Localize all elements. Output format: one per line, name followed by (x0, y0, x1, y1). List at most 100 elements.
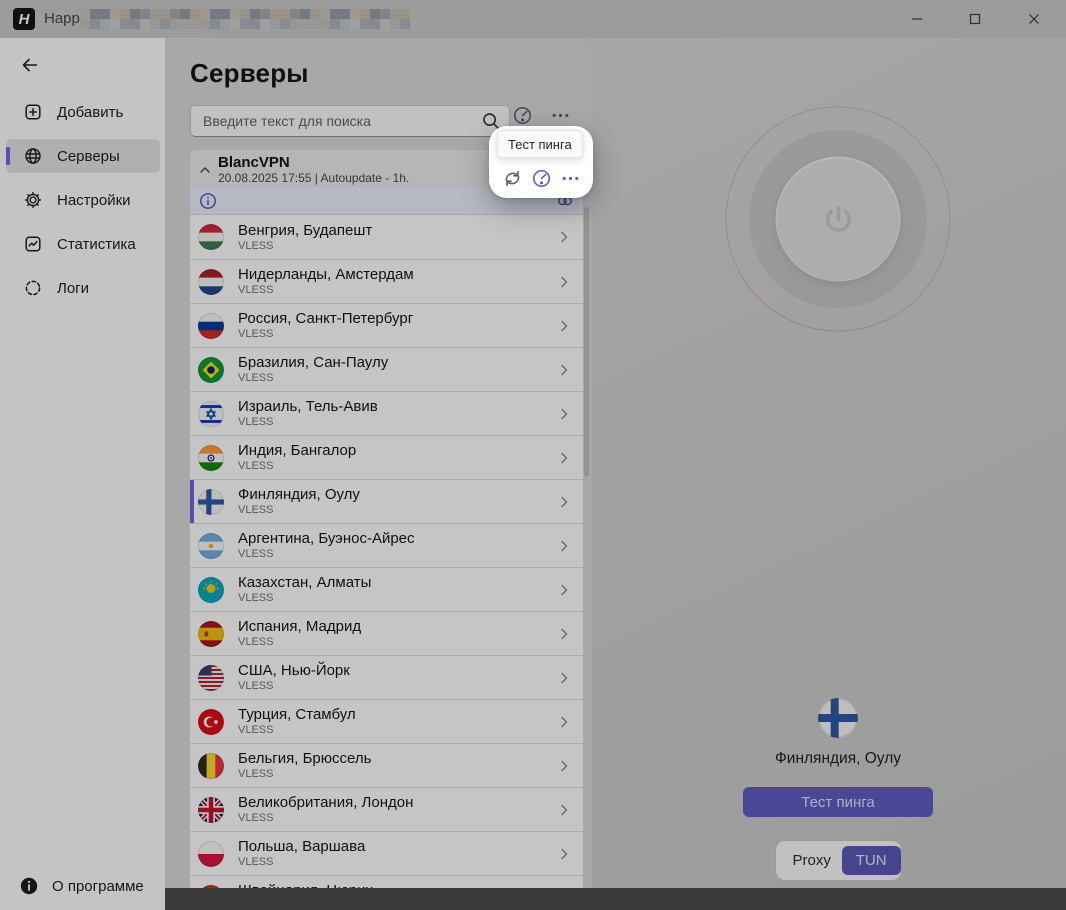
power-icon (818, 199, 858, 239)
server-protocol: VLESS (238, 636, 555, 649)
ping-test-popup-button[interactable] (531, 168, 552, 189)
server-row[interactable]: Аргентина, Буэнос-Айрес VLESS (190, 523, 583, 567)
server-protocol: VLESS (238, 416, 555, 429)
more-dots-icon (560, 168, 581, 189)
sidebar-item-label: Добавить (57, 104, 123, 121)
server-row[interactable]: Польша, Варшава VLESS (190, 831, 583, 875)
chevron-right-icon (555, 757, 573, 775)
subscription-name: BlancVPN (218, 154, 290, 171)
sidebar-item-settings[interactable]: Настройки (6, 183, 160, 217)
server-row[interactable]: Россия, Санкт-Петербург VLESS (190, 303, 583, 347)
server-row[interactable]: Бельгия, Брюссель VLESS (190, 743, 583, 787)
server-protocol: VLESS (238, 768, 555, 781)
more-dots-icon (550, 105, 571, 126)
selected-indicator (190, 436, 194, 479)
more-options-popup-button[interactable] (560, 168, 581, 189)
about-label: О программе (52, 878, 144, 895)
server-protocol: VLESS (238, 284, 555, 297)
server-name: Великобритания, Лондон (238, 794, 555, 811)
subscription-info-button[interactable] (199, 192, 217, 210)
add-square-icon (23, 102, 43, 122)
app-title: Happ (44, 10, 80, 27)
server-row[interactable]: Испания, Мадрид VLESS (190, 611, 583, 655)
maximize-icon (969, 13, 981, 25)
server-name: Бразилия, Сан-Паулу (238, 354, 555, 371)
chevron-right-icon (555, 361, 573, 379)
chevron-up-icon[interactable] (196, 161, 214, 179)
chevron-right-icon (555, 317, 573, 335)
server-row[interactable]: Индия, Бангалор VLESS (190, 435, 583, 479)
chevron-right-icon (555, 625, 573, 643)
server-name: Казахстан, Алматы (238, 574, 555, 591)
maximize-button[interactable] (952, 0, 998, 38)
server-row[interactable]: Великобритания, Лондон VLESS (190, 787, 583, 831)
ping-gauge-icon (531, 168, 552, 189)
selected-indicator (190, 480, 194, 523)
server-row[interactable]: Израиль, Тель-Авив VLESS (190, 391, 583, 435)
server-flag-icon (198, 753, 224, 779)
dashed-circle-icon (23, 278, 43, 298)
chevron-right-icon (555, 581, 573, 599)
server-protocol: VLESS (238, 240, 555, 253)
selected-indicator (190, 656, 194, 699)
mode-option-tun[interactable]: TUN (842, 846, 901, 875)
refresh-subscription-button[interactable] (502, 168, 523, 189)
power-button[interactable] (776, 157, 901, 282)
sidebar-item-logs[interactable]: Логи (6, 271, 160, 305)
server-row[interactable]: Нидерланды, Амстердам VLESS (190, 259, 583, 303)
server-protocol: VLESS (238, 372, 555, 385)
server-row[interactable]: Финляндия, Оулу VLESS (190, 479, 583, 523)
sidebar-item-label: Настройки (57, 192, 131, 209)
mode-option-proxy[interactable]: Proxy (793, 852, 831, 869)
ping-test-button[interactable]: Тест пинга (743, 787, 933, 817)
search-input[interactable] (201, 112, 481, 130)
panel-title: Серверы (190, 58, 309, 89)
server-row[interactable]: Бразилия, Сан-Паулу VLESS (190, 347, 583, 391)
sidebar: Добавить Серверы Настройки (0, 38, 165, 910)
sidebar-item-about[interactable]: О программе (0, 868, 165, 904)
sidebar-item-statistics[interactable]: Статистика (6, 227, 160, 261)
search-box[interactable] (190, 105, 510, 137)
more-options-button-header[interactable] (549, 104, 571, 126)
window-bottom-edge (165, 888, 1066, 910)
chevron-right-icon (555, 537, 573, 555)
server-row[interactable]: Венгрия, Будапешт VLESS (190, 215, 583, 259)
server-name: Швейцария, Цюрих (238, 882, 555, 888)
server-name: Израиль, Тель-Авив (238, 398, 555, 415)
mode-toggle: Proxy TUN (775, 840, 902, 881)
selected-indicator (190, 876, 194, 888)
selected-indicator (190, 215, 194, 259)
refresh-icon (502, 168, 523, 189)
server-flag-icon (198, 665, 224, 691)
server-name: Индия, Бангалор (238, 442, 555, 459)
sidebar-item-servers[interactable]: Серверы (6, 139, 160, 173)
sidebar-item-add[interactable]: Добавить (6, 95, 160, 129)
back-arrow-icon (20, 55, 40, 75)
chevron-right-icon (555, 713, 573, 731)
active-indicator (6, 147, 10, 165)
server-list: Венгрия, Будапешт VLESS Нидерланды, Амст… (190, 215, 583, 888)
back-button[interactable] (14, 50, 46, 80)
server-protocol: VLESS (238, 812, 555, 825)
ping-test-button-header[interactable] (511, 104, 533, 126)
selected-indicator (190, 524, 194, 567)
close-button[interactable] (1011, 0, 1057, 38)
minimize-button[interactable] (894, 0, 940, 38)
server-protocol: VLESS (238, 460, 555, 473)
server-name: США, Нью-Йорк (238, 662, 555, 679)
selected-indicator (190, 744, 194, 787)
ping-test-tooltip: Тест пинга (497, 130, 583, 158)
info-filled-icon (20, 877, 38, 895)
server-flag-icon (198, 401, 224, 427)
server-flag-icon (198, 797, 224, 823)
selected-indicator (190, 612, 194, 655)
selected-server-name: Финляндия, Оулу (775, 750, 901, 768)
server-row[interactable]: Турция, Стамбул VLESS (190, 699, 583, 743)
server-row[interactable]: Казахстан, Алматы VLESS (190, 567, 583, 611)
scrollbar-thumb[interactable] (584, 207, 589, 477)
connect-area: Финляндия, Оулу Тест пинга Proxy TUN (592, 38, 1066, 888)
sidebar-item-label: Статистика (57, 236, 136, 253)
server-row[interactable]: США, Нью-Йорк VLESS (190, 655, 583, 699)
server-row[interactable]: Швейцария, Цюрих VLESS (190, 875, 583, 888)
server-flag-icon (198, 357, 224, 383)
